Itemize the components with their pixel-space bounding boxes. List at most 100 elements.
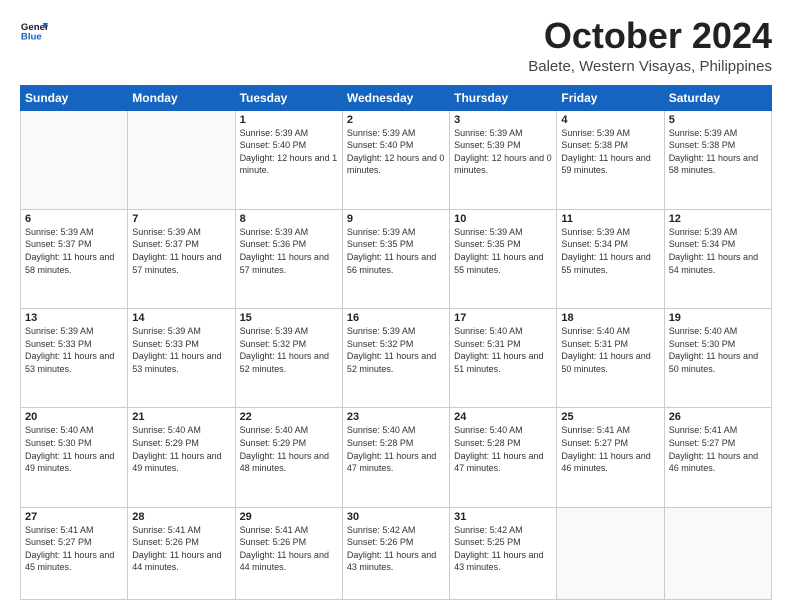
day-number: 15 — [240, 312, 338, 324]
day-number: 6 — [25, 213, 123, 225]
header-row: Sunday Monday Tuesday Wednesday Thursday… — [21, 85, 772, 110]
day-number: 26 — [669, 411, 767, 423]
table-row — [557, 507, 664, 599]
table-row: 4Sunrise: 5:39 AM Sunset: 5:38 PM Daylig… — [557, 110, 664, 209]
col-friday: Friday — [557, 85, 664, 110]
day-number: 29 — [240, 511, 338, 523]
day-number: 28 — [132, 511, 230, 523]
cell-info: Sunrise: 5:42 AM Sunset: 5:26 PM Dayligh… — [347, 524, 445, 574]
day-number: 31 — [454, 511, 552, 523]
day-number: 14 — [132, 312, 230, 324]
table-row: 28Sunrise: 5:41 AM Sunset: 5:26 PM Dayli… — [128, 507, 235, 599]
cell-info: Sunrise: 5:39 AM Sunset: 5:35 PM Dayligh… — [347, 226, 445, 276]
day-number: 3 — [454, 114, 552, 126]
day-number: 11 — [561, 213, 659, 225]
cell-info: Sunrise: 5:39 AM Sunset: 5:36 PM Dayligh… — [240, 226, 338, 276]
cell-info: Sunrise: 5:39 AM Sunset: 5:33 PM Dayligh… — [132, 325, 230, 375]
day-number: 21 — [132, 411, 230, 423]
cell-info: Sunrise: 5:39 AM Sunset: 5:33 PM Dayligh… — [25, 325, 123, 375]
table-row: 21Sunrise: 5:40 AM Sunset: 5:29 PM Dayli… — [128, 408, 235, 507]
table-row: 10Sunrise: 5:39 AM Sunset: 5:35 PM Dayli… — [450, 209, 557, 308]
calendar-week-2: 13Sunrise: 5:39 AM Sunset: 5:33 PM Dayli… — [21, 309, 772, 408]
cell-info: Sunrise: 5:41 AM Sunset: 5:26 PM Dayligh… — [240, 524, 338, 574]
col-monday: Monday — [128, 85, 235, 110]
table-row: 2Sunrise: 5:39 AM Sunset: 5:40 PM Daylig… — [342, 110, 449, 209]
cell-info: Sunrise: 5:41 AM Sunset: 5:27 PM Dayligh… — [25, 524, 123, 574]
cell-info: Sunrise: 5:40 AM Sunset: 5:28 PM Dayligh… — [454, 424, 552, 474]
table-row — [128, 110, 235, 209]
cell-info: Sunrise: 5:40 AM Sunset: 5:29 PM Dayligh… — [240, 424, 338, 474]
cell-info: Sunrise: 5:39 AM Sunset: 5:39 PM Dayligh… — [454, 127, 552, 177]
day-number: 25 — [561, 411, 659, 423]
cell-info: Sunrise: 5:39 AM Sunset: 5:34 PM Dayligh… — [561, 226, 659, 276]
cell-info: Sunrise: 5:40 AM Sunset: 5:31 PM Dayligh… — [561, 325, 659, 375]
table-row: 8Sunrise: 5:39 AM Sunset: 5:36 PM Daylig… — [235, 209, 342, 308]
day-number: 16 — [347, 312, 445, 324]
day-number: 18 — [561, 312, 659, 324]
calendar-week-0: 1Sunrise: 5:39 AM Sunset: 5:40 PM Daylig… — [21, 110, 772, 209]
header: General Blue October 2024 Balete, Wester… — [20, 16, 772, 75]
day-number: 8 — [240, 213, 338, 225]
table-row: 17Sunrise: 5:40 AM Sunset: 5:31 PM Dayli… — [450, 309, 557, 408]
cell-info: Sunrise: 5:39 AM Sunset: 5:34 PM Dayligh… — [669, 226, 767, 276]
calendar-table: Sunday Monday Tuesday Wednesday Thursday… — [20, 85, 772, 600]
day-number: 17 — [454, 312, 552, 324]
table-row: 1Sunrise: 5:39 AM Sunset: 5:40 PM Daylig… — [235, 110, 342, 209]
day-number: 10 — [454, 213, 552, 225]
calendar-week-4: 27Sunrise: 5:41 AM Sunset: 5:27 PM Dayli… — [21, 507, 772, 599]
cell-info: Sunrise: 5:39 AM Sunset: 5:40 PM Dayligh… — [240, 127, 338, 177]
table-row: 29Sunrise: 5:41 AM Sunset: 5:26 PM Dayli… — [235, 507, 342, 599]
day-number: 2 — [347, 114, 445, 126]
table-row: 25Sunrise: 5:41 AM Sunset: 5:27 PM Dayli… — [557, 408, 664, 507]
cell-info: Sunrise: 5:40 AM Sunset: 5:30 PM Dayligh… — [669, 325, 767, 375]
cell-info: Sunrise: 5:40 AM Sunset: 5:30 PM Dayligh… — [25, 424, 123, 474]
day-number: 7 — [132, 213, 230, 225]
day-number: 27 — [25, 511, 123, 523]
table-row: 6Sunrise: 5:39 AM Sunset: 5:37 PM Daylig… — [21, 209, 128, 308]
cell-info: Sunrise: 5:39 AM Sunset: 5:35 PM Dayligh… — [454, 226, 552, 276]
table-row: 20Sunrise: 5:40 AM Sunset: 5:30 PM Dayli… — [21, 408, 128, 507]
day-number: 24 — [454, 411, 552, 423]
cell-info: Sunrise: 5:39 AM Sunset: 5:32 PM Dayligh… — [240, 325, 338, 375]
table-row: 15Sunrise: 5:39 AM Sunset: 5:32 PM Dayli… — [235, 309, 342, 408]
table-row: 31Sunrise: 5:42 AM Sunset: 5:25 PM Dayli… — [450, 507, 557, 599]
col-tuesday: Tuesday — [235, 85, 342, 110]
table-row: 9Sunrise: 5:39 AM Sunset: 5:35 PM Daylig… — [342, 209, 449, 308]
day-number: 23 — [347, 411, 445, 423]
day-number: 30 — [347, 511, 445, 523]
day-number: 13 — [25, 312, 123, 324]
table-row: 24Sunrise: 5:40 AM Sunset: 5:28 PM Dayli… — [450, 408, 557, 507]
day-number: 12 — [669, 213, 767, 225]
day-number: 4 — [561, 114, 659, 126]
col-saturday: Saturday — [664, 85, 771, 110]
table-row: 14Sunrise: 5:39 AM Sunset: 5:33 PM Dayli… — [128, 309, 235, 408]
table-row: 22Sunrise: 5:40 AM Sunset: 5:29 PM Dayli… — [235, 408, 342, 507]
cell-info: Sunrise: 5:39 AM Sunset: 5:37 PM Dayligh… — [25, 226, 123, 276]
table-row: 12Sunrise: 5:39 AM Sunset: 5:34 PM Dayli… — [664, 209, 771, 308]
day-number: 5 — [669, 114, 767, 126]
table-row: 7Sunrise: 5:39 AM Sunset: 5:37 PM Daylig… — [128, 209, 235, 308]
cell-info: Sunrise: 5:39 AM Sunset: 5:37 PM Dayligh… — [132, 226, 230, 276]
table-row: 11Sunrise: 5:39 AM Sunset: 5:34 PM Dayli… — [557, 209, 664, 308]
table-row: 18Sunrise: 5:40 AM Sunset: 5:31 PM Dayli… — [557, 309, 664, 408]
cell-info: Sunrise: 5:40 AM Sunset: 5:31 PM Dayligh… — [454, 325, 552, 375]
day-number: 20 — [25, 411, 123, 423]
table-row: 19Sunrise: 5:40 AM Sunset: 5:30 PM Dayli… — [664, 309, 771, 408]
cell-info: Sunrise: 5:39 AM Sunset: 5:32 PM Dayligh… — [347, 325, 445, 375]
cell-info: Sunrise: 5:40 AM Sunset: 5:29 PM Dayligh… — [132, 424, 230, 474]
calendar-week-3: 20Sunrise: 5:40 AM Sunset: 5:30 PM Dayli… — [21, 408, 772, 507]
day-number: 19 — [669, 312, 767, 324]
cell-info: Sunrise: 5:41 AM Sunset: 5:27 PM Dayligh… — [561, 424, 659, 474]
table-row: 13Sunrise: 5:39 AM Sunset: 5:33 PM Dayli… — [21, 309, 128, 408]
table-row — [664, 507, 771, 599]
page: General Blue October 2024 Balete, Wester… — [0, 0, 792, 612]
month-title: October 2024 — [528, 16, 772, 56]
location: Balete, Western Visayas, Philippines — [528, 58, 772, 75]
logo: General Blue — [20, 16, 48, 44]
col-thursday: Thursday — [450, 85, 557, 110]
cell-info: Sunrise: 5:41 AM Sunset: 5:26 PM Dayligh… — [132, 524, 230, 574]
day-number: 22 — [240, 411, 338, 423]
col-sunday: Sunday — [21, 85, 128, 110]
table-row: 27Sunrise: 5:41 AM Sunset: 5:27 PM Dayli… — [21, 507, 128, 599]
svg-text:Blue: Blue — [21, 32, 42, 43]
